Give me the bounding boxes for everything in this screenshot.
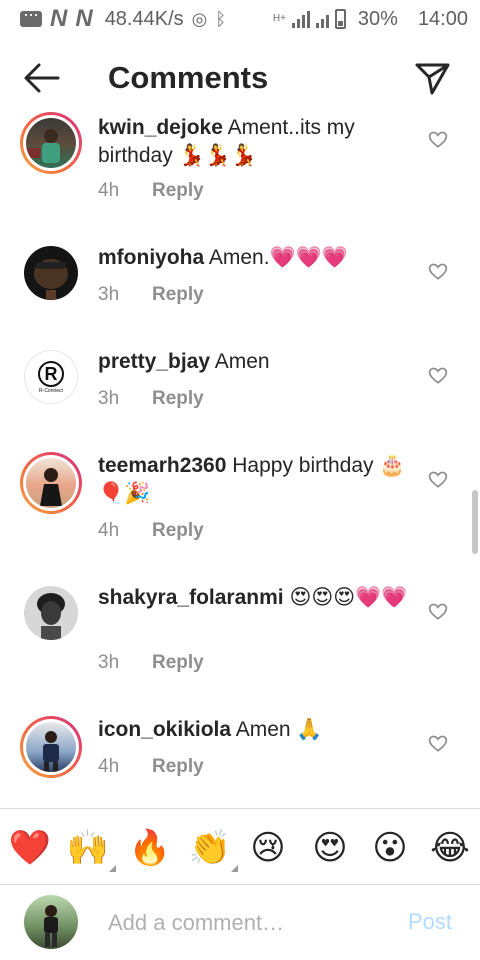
- r-connect-logo-text: R-Connect: [39, 387, 63, 394]
- comment-time: 3h: [98, 652, 120, 673]
- n-notification-icon: N: [50, 5, 68, 32]
- comment-message: Amen.💗💗💗: [208, 246, 348, 269]
- message-notification-icon: [20, 4, 42, 27]
- heart-outline-icon[interactable]: [428, 734, 448, 754]
- clock: 14:00: [417, 7, 468, 30]
- comment-meta: 4h Reply: [98, 756, 204, 778]
- header: Comments: [0, 38, 480, 120]
- avatar[interactable]: R R-Connect: [24, 350, 78, 404]
- avatar[interactable]: [20, 716, 82, 778]
- comment-text: shakyra_folaranmi 😍😍😍💗💗: [98, 584, 416, 612]
- skin-tone-corner-icon: [231, 865, 238, 872]
- reply-button[interactable]: Reply: [152, 284, 204, 306]
- comment-time: 3h: [98, 284, 120, 305]
- comment-text: kwin_dejoke Ament..its my birthday 💃💃💃: [98, 114, 416, 170]
- skin-tone-corner-icon: [109, 865, 116, 872]
- my-avatar: [24, 895, 78, 949]
- post-button[interactable]: Post: [408, 909, 452, 935]
- heart-eyes-emoji-button[interactable]: 😍: [308, 826, 352, 870]
- comment-list[interactable]: kwin_dejoke Ament..its my birthday 💃💃💃 4…: [0, 112, 480, 808]
- surprised-face-emoji-button[interactable]: 😮: [368, 826, 412, 870]
- reply-button[interactable]: Reply: [152, 388, 204, 410]
- comment-username[interactable]: shakyra_folaranmi: [98, 586, 284, 609]
- signal-icon: [291, 10, 310, 28]
- avatar[interactable]: [24, 586, 78, 640]
- heart-emoji-button[interactable]: ❤️: [8, 826, 52, 870]
- avatar[interactable]: [20, 452, 82, 514]
- comment-time: 4h: [98, 180, 120, 201]
- heart-outline-icon[interactable]: [428, 130, 448, 150]
- battery-percent: 30%: [357, 7, 398, 30]
- reply-button[interactable]: Reply: [152, 520, 204, 542]
- comment-meta: 3h Reply: [98, 652, 204, 674]
- fire-emoji-button[interactable]: 🔥: [128, 826, 172, 870]
- avatar[interactable]: [24, 246, 78, 300]
- heart-outline-icon[interactable]: [428, 262, 448, 282]
- emoji-quick-bar: ❤️ 🙌 🔥 👏 😢 😍 😮 😂: [0, 812, 480, 884]
- comment-meta: 3h Reply: [98, 284, 204, 306]
- heart-outline-icon[interactable]: [428, 470, 448, 490]
- comment-username[interactable]: kwin_dejoke: [98, 116, 223, 139]
- reply-button[interactable]: Reply: [152, 180, 204, 202]
- back-button[interactable]: [22, 60, 62, 96]
- reply-button[interactable]: Reply: [152, 652, 204, 674]
- heart-outline-icon[interactable]: [428, 602, 448, 622]
- arrow-left-icon: [24, 63, 60, 93]
- comment-time: 4h: [98, 756, 120, 777]
- comment-username[interactable]: teemarh2360: [98, 454, 226, 477]
- comment-username[interactable]: pretty_bjay: [98, 350, 210, 373]
- comment-input[interactable]: [108, 907, 388, 939]
- clapping-hands-emoji: 👏: [188, 829, 232, 867]
- comment-message: 😍😍😍💗💗: [289, 586, 408, 609]
- signal-icon-2: [315, 10, 329, 28]
- comment-message: Amen 🙏: [235, 718, 323, 741]
- comment-meta: 3h Reply: [98, 388, 204, 410]
- comment-composer: Post: [0, 885, 480, 960]
- n-notification-icon-2: N: [75, 5, 93, 32]
- comment-username[interactable]: mfoniyoha: [98, 246, 204, 269]
- comment-text: teemarh2360 Happy birthday 🎂🎈🎉: [98, 452, 416, 508]
- tears-of-joy-emoji-button[interactable]: 😂: [428, 826, 472, 870]
- network-type: H+: [272, 12, 286, 24]
- raising-hands-emoji-button[interactable]: 🙌: [66, 826, 116, 872]
- comment-text: icon_okikiola Amen 🙏: [98, 716, 416, 744]
- clapping-hands-emoji-button[interactable]: 👏: [188, 826, 238, 872]
- comment-username[interactable]: icon_okikiola: [98, 718, 231, 741]
- paper-plane-icon: [415, 63, 450, 95]
- comment-meta: 4h Reply: [98, 180, 204, 202]
- battery-icon: [334, 9, 346, 29]
- reply-button[interactable]: Reply: [152, 756, 204, 778]
- avatar[interactable]: [20, 112, 82, 174]
- divider: [0, 808, 480, 809]
- scrollbar[interactable]: [472, 490, 478, 554]
- r-connect-logo: R: [38, 360, 64, 387]
- comment-text: mfoniyoha Amen.💗💗💗: [98, 244, 416, 272]
- crying-face-emoji-button[interactable]: 😢: [246, 826, 290, 870]
- raising-hands-emoji: 🙌: [66, 829, 110, 867]
- network-speed: 48.44K/s: [104, 7, 184, 30]
- share-button[interactable]: [412, 58, 452, 98]
- status-bar: N N 48.44K/s ◎ ᛒ H+ 30% 14:00: [0, 0, 480, 38]
- comment-text: pretty_bjay Amen: [98, 348, 416, 376]
- hotspot-icon: ◎: [191, 8, 208, 29]
- bluetooth-icon: ᛒ: [215, 8, 227, 29]
- comment-meta: 4h Reply: [98, 520, 204, 542]
- comment-time: 3h: [98, 388, 120, 409]
- page-title: Comments: [108, 60, 269, 95]
- comment-message: Amen: [214, 350, 270, 373]
- comment-time: 4h: [98, 520, 120, 541]
- heart-outline-icon[interactable]: [428, 366, 448, 386]
